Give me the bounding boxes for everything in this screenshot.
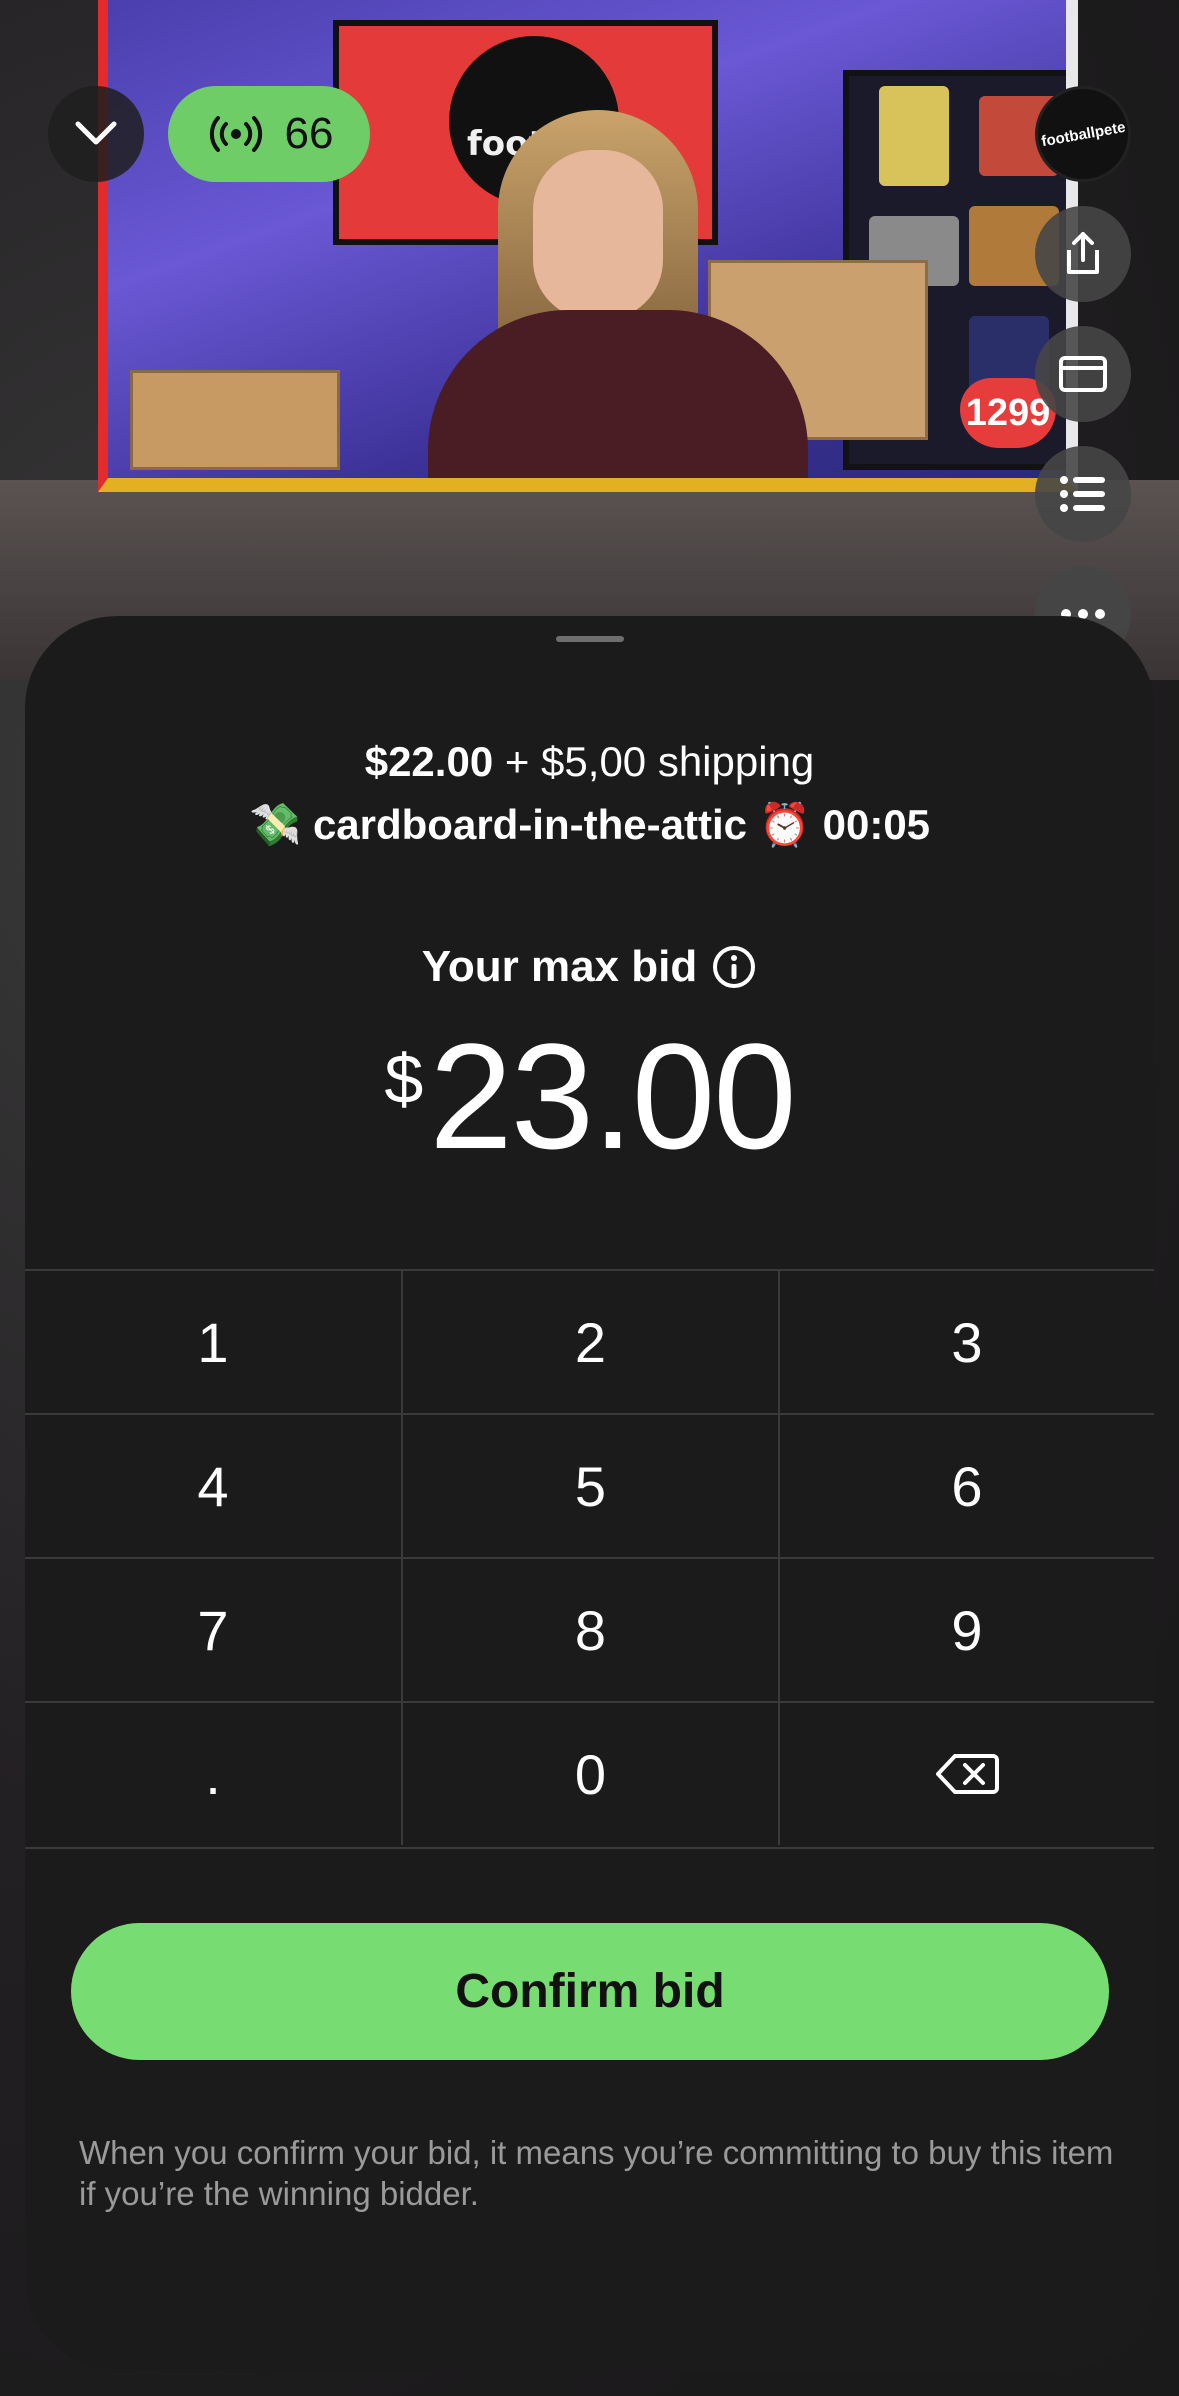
max-bid-heading: Your max bid [25, 942, 1154, 992]
payment-button[interactable] [1035, 326, 1131, 422]
confirm-bid-button[interactable]: Confirm bid [71, 1923, 1109, 2060]
share-icon [1067, 232, 1099, 274]
bid-amount: 23.00 [429, 1012, 796, 1180]
key-0[interactable]: 0 [403, 1703, 778, 1845]
currency-symbol: $ [384, 1040, 424, 1118]
card-box [130, 370, 340, 470]
numeric-keypad: 1 2 3 4 5 6 7 8 9 . 0 [25, 1269, 1154, 1849]
key-decimal[interactable]: . [25, 1703, 401, 1845]
max-bid-label: Your max bid [421, 942, 698, 991]
collapse-button[interactable] [48, 86, 144, 182]
streamer-body [428, 310, 808, 478]
money-wings-icon: 💸 [248, 801, 302, 848]
card-icon [1059, 356, 1107, 392]
bid-disclaimer: When you confirm your bid, it means you’… [79, 2134, 1114, 2212]
bid-amount-display: $ 23.00 [25, 1021, 1154, 1171]
seller-name: cardboard-in-the-attic [312, 801, 747, 848]
key-5[interactable]: 5 [403, 1415, 778, 1557]
key-3[interactable]: 3 [780, 1271, 1154, 1413]
key-2[interactable]: 2 [403, 1271, 778, 1413]
listings-button[interactable] [1035, 446, 1131, 542]
key-backspace[interactable] [780, 1703, 1154, 1845]
key-6[interactable]: 6 [780, 1415, 1154, 1557]
shelf-figure [879, 86, 949, 186]
list-icon [1060, 476, 1105, 512]
viewer-count: 66 [284, 109, 334, 158]
streamer-face [533, 150, 663, 320]
broadcast-icon [209, 116, 262, 152]
key-8[interactable]: 8 [403, 1559, 778, 1701]
key-7[interactable]: 7 [25, 1559, 401, 1701]
key-1[interactable]: 1 [25, 1271, 401, 1413]
streamer [428, 110, 808, 478]
shipping-cost: + $5,00 shipping [504, 738, 815, 785]
alarm-clock-icon: ⏰ [758, 801, 811, 848]
bid-sheet: $22.00 + $5,00 shipping 💸 cardboard-in-t… [25, 616, 1154, 2370]
price-line: $22.00 + $5,00 shipping [25, 738, 1154, 786]
seller-line: 💸 cardboard-in-the-attic ⏰ 00:05 [25, 801, 1154, 850]
live-stream-screen: footba 1299 66 [0, 0, 1179, 2396]
info-icon[interactable] [711, 944, 757, 990]
sheet-drag-handle[interactable] [556, 636, 624, 642]
host-avatar[interactable]: footballpete [1035, 86, 1131, 182]
live-viewers-pill[interactable]: 66 [168, 86, 370, 182]
key-9[interactable]: 9 [780, 1559, 1154, 1701]
stream-video: footba 1299 [98, 0, 1078, 492]
auction-timer: 00:05 [822, 801, 931, 848]
chevron-down-icon [75, 121, 117, 145]
share-button[interactable] [1035, 206, 1131, 302]
current-price: $22.00 [364, 738, 494, 785]
host-avatar-text: footballpete [1039, 118, 1127, 150]
backspace-icon [936, 1754, 999, 1794]
key-4[interactable]: 4 [25, 1415, 401, 1557]
